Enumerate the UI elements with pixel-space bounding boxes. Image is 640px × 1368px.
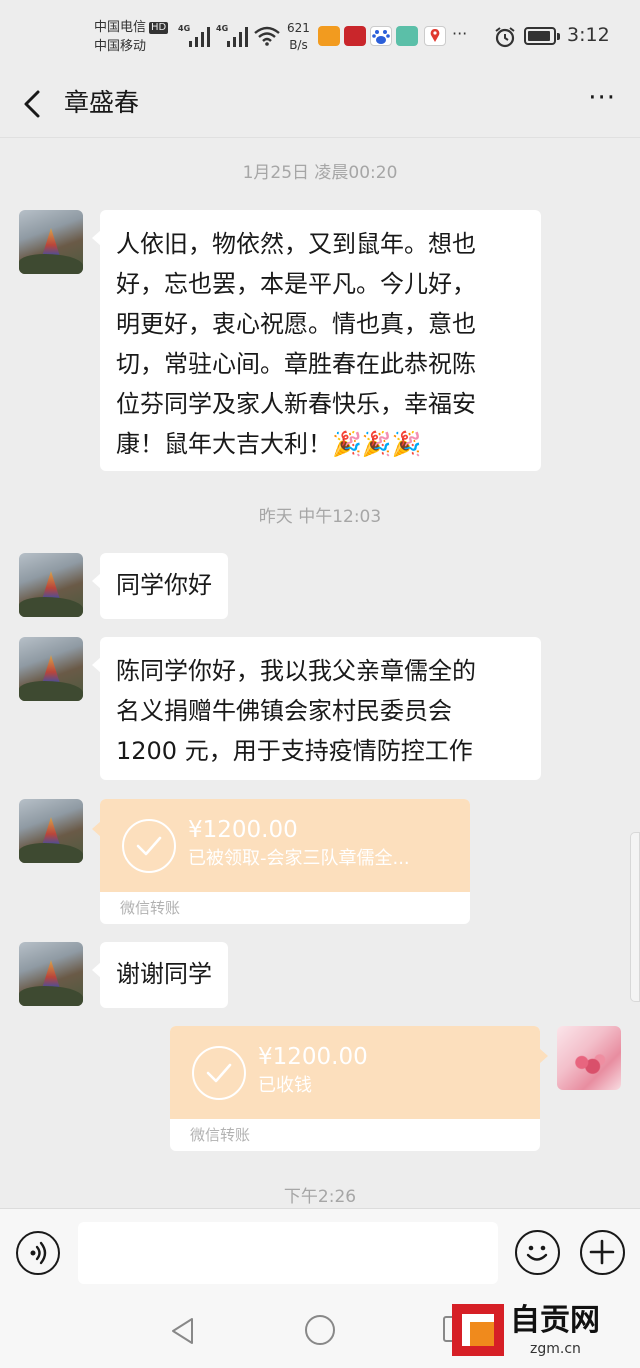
message-line: 名义捐赠牛佛镇会家村民委员会 <box>116 697 452 725</box>
chat-title: 章盛春 <box>64 88 140 117</box>
baidu-icon <box>370 26 392 46</box>
message-line: 切，常驻心间。章胜春在此恭祝陈 <box>116 350 476 378</box>
carrier-info: 中国电信 HD 中国移动 <box>94 18 169 56</box>
status-time: 3:12 <box>567 24 610 46</box>
carrier-1: 中国电信 <box>94 20 147 35</box>
triangle-back-icon[interactable] <box>168 1316 198 1346</box>
message-line: 好，忘也罢，本是平凡。今儿好， <box>116 270 476 298</box>
status-overflow: ··· <box>452 24 468 43</box>
alarm-icon <box>495 27 515 48</box>
chat-menu-button[interactable]: ··· <box>576 85 616 116</box>
watermark-logo-icon <box>452 1304 504 1356</box>
contact-avatar[interactable] <box>19 637 83 701</box>
battery-icon <box>524 27 560 45</box>
message-line: 位芬同学及家人新春快乐，幸福安 <box>116 390 476 418</box>
imou-icon <box>318 26 340 46</box>
scroll-handle[interactable] <box>630 832 640 1002</box>
map-pin-icon <box>424 26 446 46</box>
message-bubble[interactable]: 人依旧，物依然，又到鼠年。想也 好，忘也罢，本是平凡。今儿好， 明更好，衷心祝愿… <box>92 210 541 471</box>
transfer-footer: 微信转账 <box>120 899 181 917</box>
message-input[interactable] <box>78 1222 498 1284</box>
transfer-amount: ¥1200.00 <box>258 1044 368 1070</box>
emoji-button[interactable] <box>515 1230 560 1275</box>
self-avatar[interactable] <box>557 1026 621 1090</box>
message-line: 1200 元，用于支持疫情防控工作 <box>116 737 473 765</box>
net-speed: 621 B/s <box>287 20 310 54</box>
back-button[interactable] <box>16 84 52 124</box>
net-speed-unit: B/s <box>289 38 308 52</box>
message-bubble[interactable]: 谢谢同学 <box>92 942 228 1008</box>
emoji-icon <box>526 1245 548 1261</box>
contact-avatar[interactable] <box>19 799 83 863</box>
timestamp: 下午2:26 <box>283 1187 357 1207</box>
watermark-url: zgm.cn <box>530 1341 581 1357</box>
transfer-status: 已被领取-会家三队章儒全... <box>188 848 410 869</box>
watermark-name: 自贡网 <box>510 1303 600 1338</box>
transfer-footer: 微信转账 <box>190 1126 251 1144</box>
contact-avatar[interactable] <box>19 942 83 1006</box>
chevron-left-icon <box>24 90 40 118</box>
transfer-card[interactable]: ¥1200.00 已被领取-会家三队章儒全... 微信转账 <box>92 799 470 924</box>
more-functions-button[interactable] <box>580 1230 625 1275</box>
check-circle-icon <box>122 819 176 873</box>
watermark: 自贡网 zgm.cn <box>452 1302 638 1362</box>
chuanguan-icon <box>344 26 366 46</box>
message-line: 康！鼠年大吉大利！🎉🎉🎉 <box>116 430 422 458</box>
chat-header: 章盛春 ··· <box>0 72 640 138</box>
message-line: 陈同学你好，我以我父亲章儒全的 <box>116 657 476 685</box>
message-bubble[interactable]: 同学你好 <box>92 553 228 619</box>
message-line: 明更好，衷心祝愿。情也真，意也 <box>116 310 476 338</box>
plus-icon <box>589 1239 615 1265</box>
check-circle-icon <box>192 1046 246 1100</box>
contact-avatar[interactable] <box>19 553 83 617</box>
hd-badge: HD <box>149 22 169 34</box>
message-line: 人依旧，物依然，又到鼠年。想也 <box>116 230 476 258</box>
wifi-icon <box>254 26 280 46</box>
carrier-2: 中国移动 <box>94 39 147 54</box>
message-text: 谢谢同学 <box>116 960 212 988</box>
message-text: 同学你好 <box>116 571 212 599</box>
photo-app-icon <box>396 26 418 46</box>
status-bar: 中国电信 HD 中国移动 4G 4G 621 B/s ··· 3:12 <box>0 0 640 72</box>
message-bubble[interactable]: 陈同学你好，我以我父亲章儒全的 名义捐赠牛佛镇会家村民委员会 1200 元，用于… <box>92 637 541 780</box>
circle-home-icon[interactable] <box>305 1315 335 1345</box>
input-bar <box>0 1208 640 1296</box>
contact-avatar[interactable] <box>19 210 83 274</box>
transfer-status: 已收钱 <box>258 1075 312 1096</box>
bubble-tail <box>539 1048 548 1064</box>
transfer-amount: ¥1200.00 <box>188 817 298 843</box>
timestamp: 昨天 中午12:03 <box>258 507 382 527</box>
transfer-card[interactable]: ¥1200.00 已收钱 微信转账 <box>170 1026 548 1151</box>
voice-button[interactable] <box>16 1231 60 1275</box>
voice-icon <box>30 1241 47 1265</box>
timestamp: 1月25日 凌晨00:20 <box>242 163 398 183</box>
net-speed-value: 621 <box>287 21 310 35</box>
